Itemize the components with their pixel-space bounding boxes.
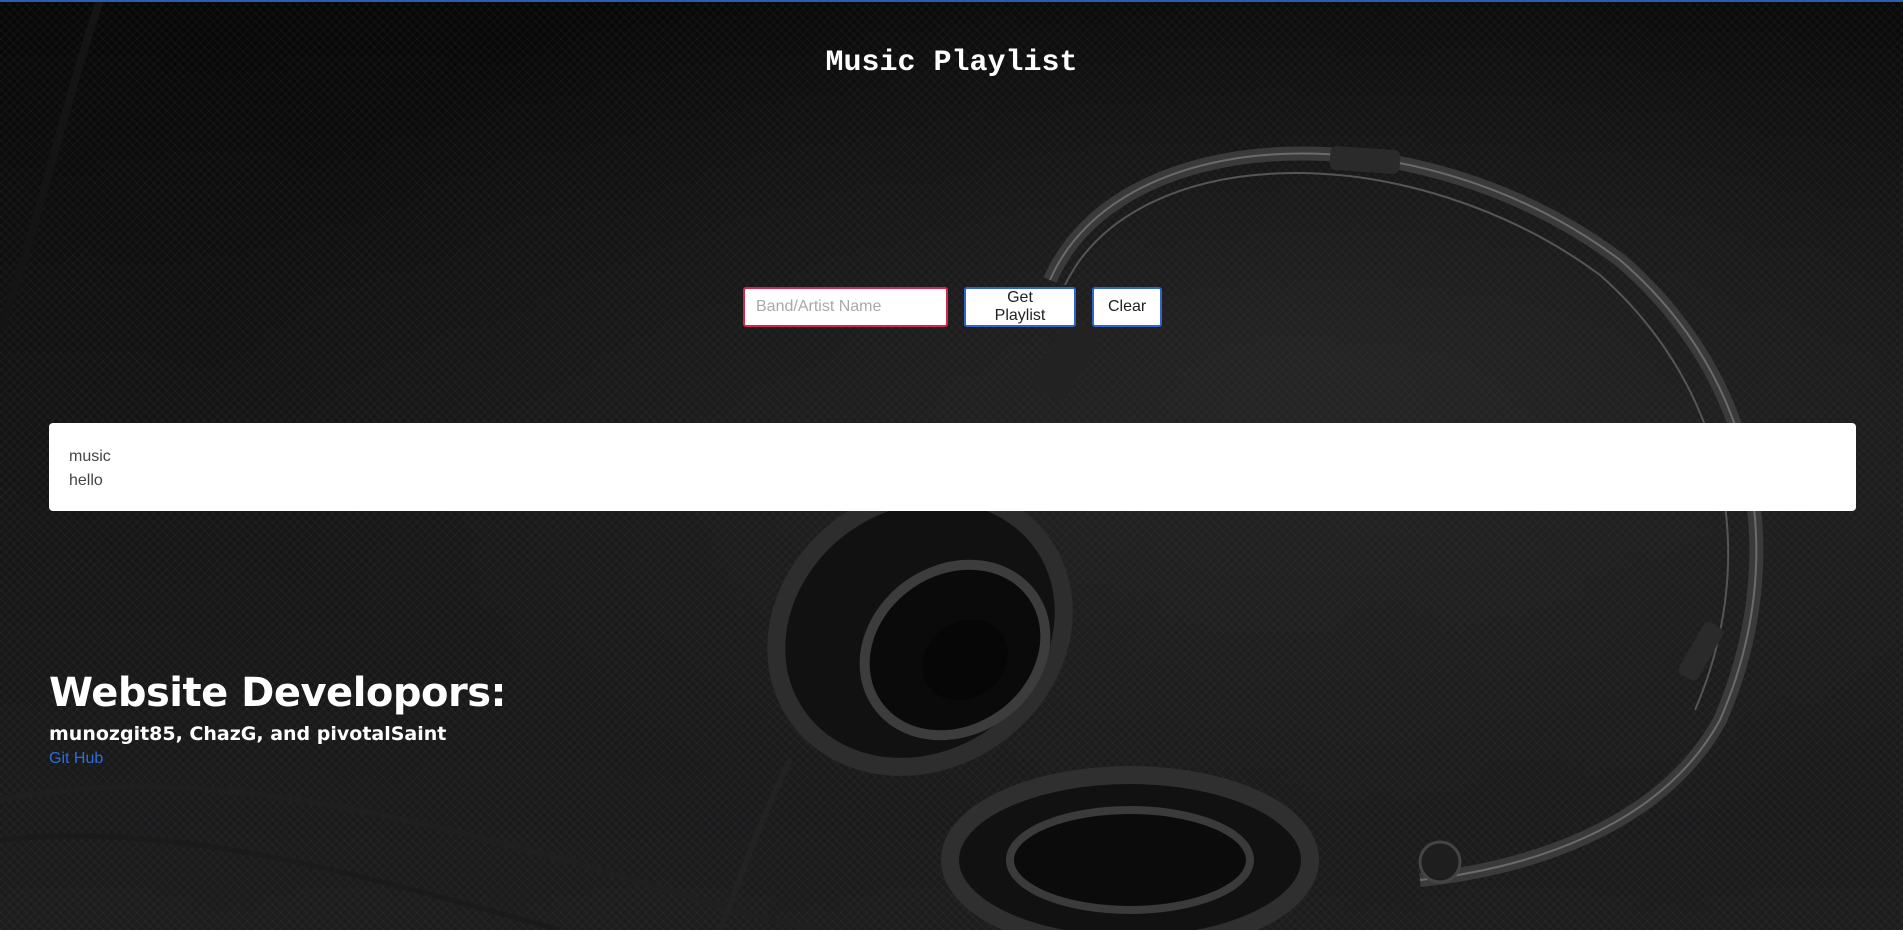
- artist-search-input[interactable]: [743, 287, 948, 327]
- page: Music Playlist Get Playlist Clear music …: [0, 0, 1903, 932]
- top-accent-bar: [0, 0, 1903, 2]
- result-line: hello: [69, 472, 103, 489]
- github-link[interactable]: Git Hub: [49, 750, 103, 768]
- search-form: Get Playlist Clear: [743, 287, 1162, 327]
- page-title: Music Playlist: [825, 46, 1078, 80]
- get-playlist-button[interactable]: Get Playlist: [964, 287, 1076, 327]
- result-line: music: [69, 448, 111, 465]
- developers-names: munozgit85, ChazG, and pivotalSaint: [49, 723, 447, 745]
- clear-button[interactable]: Clear: [1092, 287, 1162, 327]
- developers-section: Website Developors: munozgit85, ChazG, a…: [49, 668, 507, 768]
- playlist-results-panel: music hello: [49, 423, 1856, 511]
- developers-heading: Website Developors:: [49, 670, 507, 716]
